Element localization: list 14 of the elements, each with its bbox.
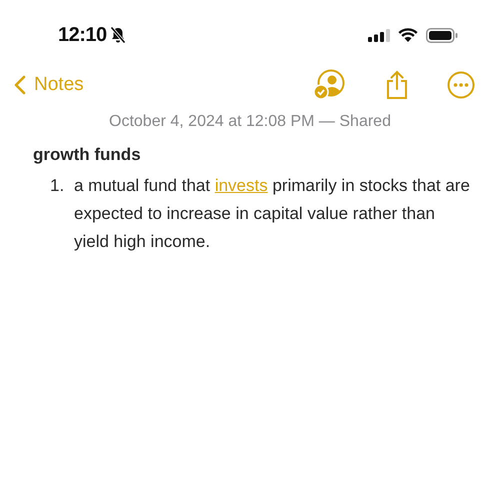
wifi-icon <box>398 28 418 42</box>
more-options-icon[interactable] <box>447 71 475 99</box>
back-button[interactable]: Notes <box>14 70 84 100</box>
signal-icon <box>368 28 390 42</box>
note-date: October 4, 2024 at 12:08 PM — Shared <box>109 112 391 132</box>
share-icon[interactable] <box>385 70 409 100</box>
list-number: 1. <box>49 174 66 196</box>
note-title: growth funds <box>33 144 141 166</box>
battery-icon <box>426 28 458 42</box>
clock-time: 12:10 <box>58 23 107 48</box>
chevron-left-icon <box>14 75 26 95</box>
shared-person-icon[interactable] <box>313 69 347 101</box>
definition-text: a mutual fund that invests primarily in stocks that are expected to increase in capital value rather than yield high income. <box>74 174 471 252</box>
link[interactable]: invests <box>214 176 268 194</box>
